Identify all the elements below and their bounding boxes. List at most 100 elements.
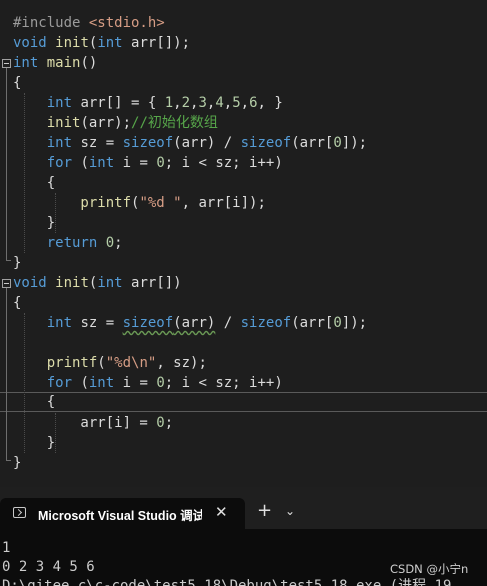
code-token: }: [13, 215, 56, 231]
code-token: {: [13, 175, 56, 191]
code-token: ]);: [341, 135, 368, 151]
code-line[interactable]: int main(): [0, 53, 487, 73]
code-text: printf("%d\n", sz);: [13, 353, 207, 373]
terminal-icon: [13, 507, 26, 518]
code-line[interactable]: printf("%d ", arr[i]);: [0, 193, 487, 213]
code-line[interactable]: int sz = sizeof(arr) / sizeof(arr[0]);: [0, 133, 487, 153]
code-token: sizeof: [122, 315, 174, 331]
fold-region-end: [6, 260, 11, 261]
code-token: "%d ": [139, 195, 182, 211]
collapse-icon[interactable]: [2, 59, 11, 68]
code-line[interactable]: }: [0, 453, 487, 473]
code-text: {: [13, 393, 55, 411]
code-token: 5: [232, 95, 241, 111]
code-line[interactable]: {: [0, 173, 487, 193]
code-token: arr[]): [131, 275, 182, 291]
indent-guide: [55, 193, 56, 233]
fold-region-end: [6, 460, 11, 461]
code-token: {: [13, 75, 22, 91]
code-text: }: [13, 433, 55, 453]
code-text: }: [13, 453, 21, 473]
code-token: (: [80, 155, 89, 171]
fold-region-bar: [6, 68, 7, 260]
code-text: int arr[] = { 1,2,3,4,5,6, }: [13, 93, 283, 113]
code-token: , arr[i]);: [181, 195, 266, 211]
console-output-line: D:\gitee.c\c-code\test5_18\Debug\test5_1…: [2, 578, 452, 586]
code-token: ,: [173, 95, 182, 111]
terminal-tab-strip: Microsoft Visual Studio 调试控制台 ✕ + ⌄: [0, 487, 487, 529]
code-token: 1: [164, 95, 174, 111]
code-token: 0: [333, 135, 342, 151]
code-token: (arr) /: [173, 135, 241, 151]
code-text: void init(int arr[]): [13, 273, 182, 293]
code-token: printf: [13, 195, 132, 211]
code-token: void: [13, 35, 56, 51]
code-token: #include: [13, 15, 89, 31]
code-line[interactable]: }: [0, 253, 487, 273]
code-token: arr[]);: [131, 35, 191, 51]
code-token: 0: [105, 235, 115, 251]
console-output-line: 0 2 3 4 5 6: [2, 559, 95, 575]
code-text: {: [13, 293, 21, 313]
code-line[interactable]: }: [0, 433, 487, 453]
code-line[interactable]: init(arr);//初始化数组: [0, 113, 487, 133]
code-token: sz =: [80, 315, 123, 331]
code-line[interactable]: int arr[] = { 1,2,3,4,5,6, }: [0, 93, 487, 113]
chevron-down-icon[interactable]: ⌄: [285, 504, 295, 518]
code-editor[interactable]: #include <stdio.h> void init(int arr[]); i…: [0, 0, 487, 487]
code-text: for (int i = 0; i < sz; i++): [13, 373, 283, 393]
code-line[interactable]: {: [0, 392, 487, 412]
code-line[interactable]: void init(int arr[]);: [0, 33, 487, 53]
code-token: sz =: [80, 135, 123, 151]
collapse-icon[interactable]: [2, 279, 11, 288]
code-token: void: [13, 275, 56, 291]
code-line[interactable]: for (int i = 0; i < sz; i++): [0, 373, 487, 393]
code-line[interactable]: {: [0, 293, 487, 313]
code-token: 0: [156, 155, 165, 171]
code-text: return 0;: [13, 233, 123, 253]
new-tab-button[interactable]: +: [257, 501, 272, 521]
code-line[interactable]: [0, 333, 487, 353]
close-icon[interactable]: ✕: [215, 503, 228, 521]
code-text: }: [13, 253, 21, 273]
terminal-tab[interactable]: Microsoft Visual Studio 调试控制台 ✕: [0, 498, 245, 529]
code-text: void init(int arr[]);: [13, 33, 190, 53]
code-token: ]);: [341, 315, 368, 331]
code-token: i =: [122, 375, 157, 391]
code-line[interactable]: for (int i = 0; i < sz; i++): [0, 153, 487, 173]
code-token: arr[] = {: [80, 95, 165, 111]
code-line[interactable]: {: [0, 73, 487, 93]
code-token: int: [13, 55, 47, 71]
code-line[interactable]: arr[i] = 0;: [0, 413, 487, 433]
console-output-line: 1: [2, 540, 11, 556]
code-token: init: [55, 35, 89, 51]
code-text: {: [13, 173, 55, 193]
code-token: main: [46, 55, 81, 71]
code-token: , sz);: [156, 355, 207, 371]
code-token: 0: [156, 375, 165, 391]
code-text: printf("%d ", arr[i]);: [13, 193, 266, 213]
tab-title: Microsoft Visual Studio 调试控制台: [38, 509, 202, 523]
code-token: int: [88, 375, 123, 391]
code-token: return: [13, 235, 106, 251]
code-line[interactable]: return 0;: [0, 233, 487, 253]
code-token: sizeof: [122, 135, 174, 151]
code-text: int main(): [13, 53, 97, 73]
code-token: (: [97, 355, 106, 371]
code-line[interactable]: printf("%d\n", sz);: [0, 353, 487, 373]
indent-guide: [24, 93, 25, 253]
code-text: }: [13, 213, 55, 233]
code-token: , }: [257, 95, 283, 111]
code-token: 4: [215, 95, 224, 111]
code-line[interactable]: int sz = sizeof(arr) / sizeof(arr[0]);: [0, 313, 487, 333]
code-token: int: [88, 155, 123, 171]
code-token: (arr): [173, 315, 216, 331]
code-line[interactable]: void init(int arr[]): [0, 273, 487, 293]
code-token: int: [97, 275, 132, 291]
code-token: {: [13, 295, 22, 311]
code-token: 0: [156, 415, 165, 431]
code-token: }: [13, 455, 22, 471]
code-line[interactable]: }: [0, 213, 487, 233]
code-line[interactable]: #include <stdio.h>: [0, 13, 487, 33]
code-token: "%d\n": [105, 355, 157, 371]
